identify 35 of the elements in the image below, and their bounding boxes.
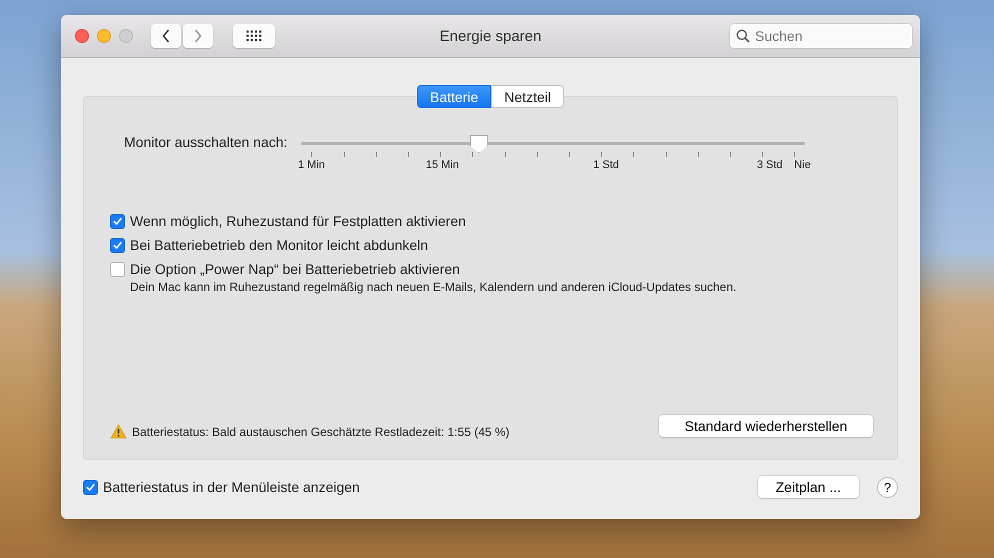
checkbox-label: Batteriestatus in der Menüleiste anzeigen [103, 479, 360, 495]
checkbox[interactable] [83, 480, 98, 494]
tick-label: 3 Std [756, 159, 783, 171]
tab[interactable]: Netzteil [491, 85, 564, 108]
checkbox-label: Bei Batteriebetrieb den Monitor leicht abdunkeln [130, 237, 428, 253]
checkmark-icon [112, 216, 123, 226]
checkmark-icon [85, 482, 96, 492]
chevron-left-icon [161, 28, 171, 44]
show-all-button[interactable] [233, 24, 275, 48]
slider-label: Monitor ausschalten nach: [124, 134, 288, 152]
checkbox-label: Die Option „Power Nap“ bei Batteriebetrieb aktivieren [130, 261, 460, 277]
slider-thumb[interactable] [470, 135, 488, 153]
search-field[interactable]: Suchen [730, 24, 912, 48]
tab[interactable]: Batterie [417, 85, 492, 108]
schedule-button[interactable]: Zeitplan ... [758, 476, 859, 498]
minimize-button[interactable] [97, 29, 111, 43]
warning-icon [110, 424, 127, 439]
tick-label: 1 Std [593, 159, 619, 171]
grid-icon [246, 30, 262, 42]
close-button[interactable] [75, 29, 89, 43]
tick-label: 1 Min [298, 159, 325, 171]
tick-label: 15 Min [426, 159, 459, 171]
checkbox[interactable] [110, 214, 125, 228]
window-title: Energie sparen [440, 28, 542, 44]
chevron-right-icon [193, 28, 203, 44]
checkbox[interactable] [110, 238, 125, 252]
restore-defaults-button[interactable]: Standard wiederherstellen [659, 414, 873, 436]
battery-status-text: Batteriestatus: Bald austauschen Geschätzte Restladezeit: 1:55 (45 %) [132, 424, 510, 438]
checkbox[interactable] [110, 262, 125, 276]
help-button[interactable]: ? [877, 476, 898, 498]
back-button[interactable] [151, 24, 181, 48]
tick-label: Nie [794, 159, 811, 171]
checkbox-label: Wenn möglich, Ruhezustand für Festplatten aktivieren [130, 213, 466, 229]
option-description: Dein Mac kann im Ruhezustand regelmäßig nach neuen E-Mails, Kalendern und anderen iCloud-Updates suchen. [130, 280, 738, 294]
checkmark-icon [112, 240, 123, 250]
